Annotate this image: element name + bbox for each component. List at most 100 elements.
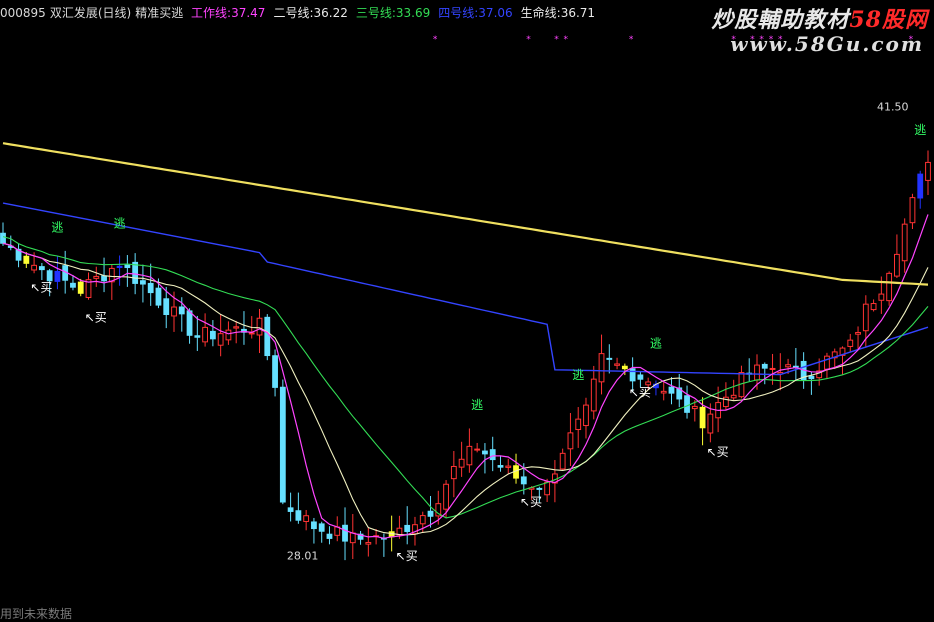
candle-body: [886, 272, 893, 302]
candle-body: [645, 381, 652, 386]
candle-body: [419, 515, 426, 525]
candle-body: [684, 395, 690, 413]
candle-body: [140, 280, 146, 285]
legend-label: 四号线:: [438, 6, 479, 20]
candle-body: [396, 527, 403, 536]
escape-signal: 逃: [114, 216, 126, 230]
candle-body: [287, 507, 294, 512]
candle-body: [567, 432, 574, 450]
candle-body: [894, 253, 900, 277]
candle-body: [870, 303, 877, 311]
legend-entry: 工作线:37.47: [191, 6, 269, 20]
candle-body: [544, 481, 551, 496]
candle-body: [824, 355, 830, 370]
candle-body: [404, 524, 411, 532]
legend-label: 生命线:: [520, 6, 561, 20]
legend-entry: 四号线:37.06: [438, 6, 516, 20]
buy-signal: ↖买: [396, 549, 418, 563]
candle-body: [917, 173, 924, 199]
escape-signal: 逃: [572, 368, 584, 382]
candle-body: [536, 487, 543, 490]
candle-body: [93, 275, 100, 279]
buy-signal: ↖买: [629, 386, 651, 400]
candle-body: [70, 282, 76, 288]
legend-value: 33.69: [395, 6, 431, 20]
candle-body: [311, 521, 317, 530]
candle-body: [660, 390, 667, 394]
legend-entry: 二号线:36.22: [273, 6, 351, 20]
candle-body: [186, 310, 193, 336]
candle-body: [847, 339, 854, 347]
candle-body: [225, 329, 232, 341]
candle-body: [194, 335, 201, 338]
legend-label: 二号线:: [273, 6, 314, 20]
candle-body: [901, 223, 908, 262]
candle-body: [621, 365, 628, 370]
candle-body: [785, 364, 791, 368]
candle-body: [559, 452, 566, 470]
candle-body: [590, 378, 597, 412]
candle-body: [0, 232, 6, 244]
candle-body: [520, 476, 527, 485]
candle-body: [46, 270, 53, 282]
legend-entry: 生命线:36.71: [521, 6, 599, 20]
buy-signal: ↖买: [520, 495, 542, 509]
candle-body: [450, 465, 457, 480]
indicator-name: 精准买逃: [135, 6, 184, 20]
stock-code: 000895: [0, 6, 46, 20]
candle-body: [202, 326, 209, 343]
fourth-line: [2, 202, 929, 376]
candle-body: [342, 524, 348, 542]
escape-signal: 逃: [650, 337, 662, 351]
line-legend: 工作线:37.47 二号线:36.22 三号线:33.69 四号线:37.06 生命线:…: [191, 6, 603, 20]
candle-body: [583, 404, 589, 427]
candle-body: [124, 264, 131, 269]
buy-signal: ↖买: [30, 280, 52, 294]
watermark-brand-accent: 58股网: [849, 7, 928, 33]
candle-body: [171, 306, 177, 317]
second-line: [2, 242, 929, 536]
watermark-url: www.58Gu.com: [730, 32, 924, 56]
candle-body: [303, 515, 310, 522]
stock-name: 双汇发展(日线): [49, 6, 132, 20]
candle-body: [116, 265, 123, 268]
candle-body: [769, 367, 776, 370]
candle-body: [909, 197, 916, 224]
candle-body: [349, 532, 356, 544]
candle-body: [264, 316, 271, 357]
candle-body: [217, 333, 224, 346]
indicator-header: 000895 双汇发展(日线) 精准买逃 工作线:37.47 二号线:36.22 三号线…: [0, 4, 607, 22]
candle-body: [730, 394, 737, 399]
candle-body: [699, 406, 706, 429]
candle-body: [38, 266, 45, 271]
candle-body: [233, 326, 240, 329]
signal-marker: *: [554, 35, 559, 45]
candle-body: [248, 332, 255, 335]
candle-body: [31, 264, 37, 271]
candle-body: [101, 275, 107, 282]
candle-body: [614, 363, 620, 366]
candle-body: [606, 357, 613, 360]
candle-body: [505, 465, 512, 468]
candle-body: [23, 255, 30, 264]
escape-signal: 逃: [51, 220, 63, 234]
work-line: [2, 214, 929, 539]
candle-body: [77, 281, 84, 294]
watermark-brand-main: 炒股輔助教材: [711, 7, 850, 33]
legend-value: 36.22: [313, 6, 348, 20]
candle-body: [497, 465, 504, 468]
candle-body: [482, 450, 488, 455]
candle-body: [132, 261, 139, 284]
legend-value: 36.71: [560, 6, 596, 20]
legend-value: 37.47: [231, 6, 266, 20]
signal-marker: *: [629, 35, 634, 45]
candle-body: [862, 303, 869, 332]
candle-body: [466, 445, 473, 466]
candle-body: [761, 363, 768, 369]
candle-body: [754, 364, 760, 381]
candle-body: [878, 293, 885, 301]
escape-signal: 逃: [914, 123, 926, 137]
candle-body: [925, 161, 931, 181]
candle-body: [272, 355, 278, 388]
candle-body: [54, 270, 61, 282]
